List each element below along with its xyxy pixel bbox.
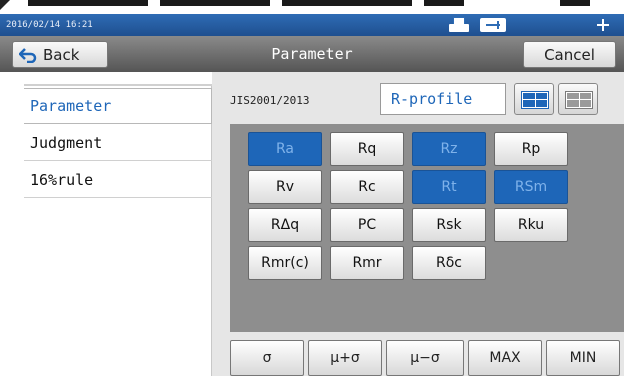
cancel-button[interactable]: Cancel xyxy=(523,41,616,68)
sidebar-item-judgment[interactable]: Judgment xyxy=(24,125,212,161)
status-bar: 2016/02/14 16:21 xyxy=(0,14,624,36)
parameter-grid: Ra Rq Rz Rp Rv Rc Rt RSm RΔq PC Rsk Rku … xyxy=(230,124,624,332)
main-panel: JIS2001/2013 R-profile Ra Rq Rz Rp Rv Rc… xyxy=(212,72,624,376)
param-pc-button[interactable]: PC xyxy=(330,208,404,242)
param-rsk-button[interactable]: Rsk xyxy=(412,208,486,242)
param-rt-button[interactable]: Rt xyxy=(412,170,486,204)
param-rq-button[interactable]: Rq xyxy=(330,132,404,166)
sigma-button[interactable]: σ xyxy=(230,340,304,376)
param-ra-button[interactable]: Ra xyxy=(248,132,322,166)
max-button[interactable]: MAX xyxy=(468,340,542,376)
grid-view-selected-button[interactable] xyxy=(514,83,554,115)
grid-view-selected-icon xyxy=(521,91,549,109)
grid-view-icon xyxy=(565,91,593,109)
param-rsm-button[interactable]: RSm xyxy=(494,170,568,204)
mean-plus-sigma-button[interactable]: μ+σ xyxy=(308,340,382,376)
usb-icon xyxy=(480,18,506,32)
sidebar-item-parameter[interactable]: Parameter xyxy=(24,88,212,124)
mean-minus-sigma-button[interactable]: μ−σ xyxy=(386,340,464,376)
standard-label: JIS2001/2013 xyxy=(230,94,310,107)
min-button[interactable]: MIN xyxy=(546,340,620,376)
sidebar-item-16-rule[interactable]: 16%rule xyxy=(24,162,212,198)
param-rv-button[interactable]: Rv xyxy=(248,170,322,204)
param-rc-button[interactable]: Rc xyxy=(330,170,404,204)
param-rmr-button[interactable]: Rmr xyxy=(330,246,404,280)
param-rz-button[interactable]: Rz xyxy=(412,132,486,166)
param-rdq-button[interactable]: RΔq xyxy=(248,208,322,242)
param-rmrc-button[interactable]: Rmr(c) xyxy=(248,246,322,280)
printer-icon xyxy=(448,17,470,33)
param-rdc-button[interactable]: Rδc xyxy=(412,246,486,280)
grid-view-button[interactable] xyxy=(558,83,598,115)
sidebar-handle xyxy=(24,72,212,86)
profile-selector[interactable]: R-profile xyxy=(380,83,506,115)
cropped-heading xyxy=(0,0,624,14)
timestamp: 2016/02/14 16:21 xyxy=(6,20,93,30)
param-rku-button[interactable]: Rku xyxy=(494,208,568,242)
statistics-bar: σ μ+σ μ−σ MAX MIN xyxy=(230,338,624,376)
sidebar: Parameter Judgment 16%rule xyxy=(24,72,212,376)
move-icon[interactable] xyxy=(594,17,612,33)
param-rp-button[interactable]: Rp xyxy=(494,132,568,166)
title-bar: Back Parameter Cancel xyxy=(0,36,624,72)
